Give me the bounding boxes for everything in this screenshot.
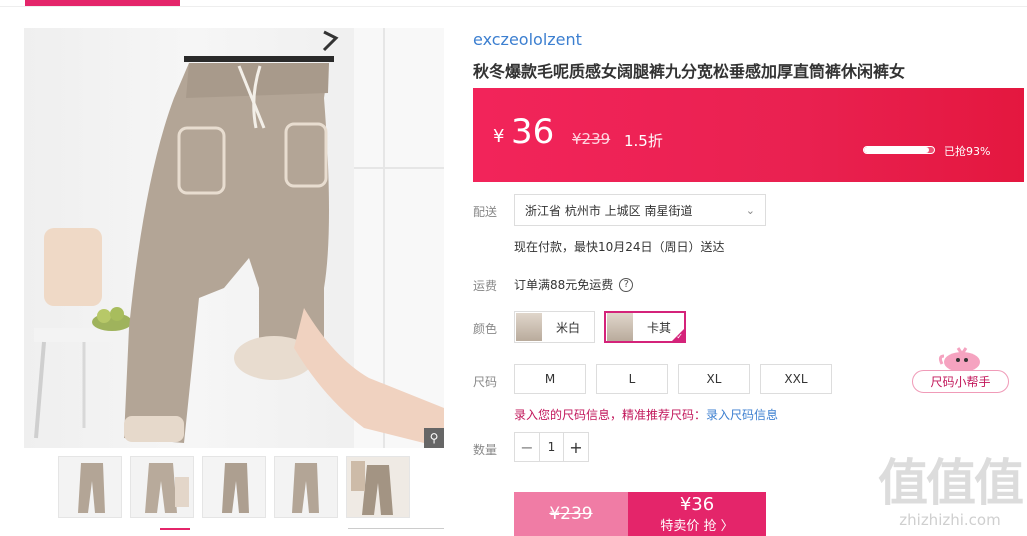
original-price: ¥239 [572, 130, 611, 148]
size-helper[interactable]: 尺码小帮手 [912, 342, 1010, 394]
size-option-xxl[interactable]: XXL [760, 364, 832, 394]
thumbnail[interactable] [274, 456, 338, 518]
share-hint [160, 528, 190, 536]
sold-progress-label: 已抢93% [944, 145, 991, 158]
shipping-label: 运费 [473, 279, 498, 293]
size-label: 尺码 [473, 375, 498, 389]
product-title: 秋冬爆款毛呢质感女阔腿裤九分宽松垂感加厚直筒裤休闲裤女 [473, 62, 906, 81]
size-helper-button[interactable]: 尺码小帮手 [912, 370, 1009, 393]
collect-hint [348, 528, 444, 536]
shipping-text: 订单满88元免运费 [514, 278, 614, 292]
magnifier-icon[interactable]: ⚲ [424, 428, 444, 448]
shop-name[interactable]: exczeololzent [473, 30, 582, 49]
question-icon[interactable]: ? [619, 277, 634, 292]
quantity-value[interactable]: 1 [539, 433, 564, 461]
quantity-label: 数量 [473, 443, 498, 457]
thumbnail-strip [58, 456, 410, 518]
shipping-info: 订单满88元免运费 ? [514, 276, 634, 293]
watermark-url: zhizhizhi.com [899, 511, 1001, 529]
current-price: 36 [511, 112, 555, 152]
color-label: 颜色 [473, 322, 498, 336]
decrement-button[interactable]: − [515, 433, 539, 461]
color-option-label: 卡其 [647, 320, 672, 335]
color-swatch [516, 313, 542, 341]
check-icon: ✓ [676, 332, 683, 341]
chevron-down-icon: ⌄ [745, 203, 755, 217]
color-option-label: 米白 [556, 320, 581, 335]
currency-symbol: ¥ [493, 126, 505, 147]
thumbnail[interactable] [346, 456, 410, 518]
buy-action-label: 特卖价 抢 〉 [660, 519, 734, 534]
price-banner: ¥ 36 ¥239 1.5折 已抢93% [473, 88, 1024, 182]
delivery-label: 配送 [473, 205, 498, 219]
color-option-kaqi[interactable]: 卡其 ✓ [604, 311, 686, 343]
buy-price: ¥36 [679, 494, 715, 515]
watermark-logo: 值值值 [878, 454, 1024, 512]
size-tip: 录入您的尺码信息，精准推荐尺码：录入尺码信息 [514, 406, 778, 423]
color-option-mibai[interactable]: 米白 [514, 311, 595, 343]
delivery-estimate: 现在付款，最快10月24日（周日）送达 [514, 240, 725, 254]
sold-progress-bar [863, 146, 935, 154]
size-tip-text: 录入您的尺码信息，精准推荐尺码： [514, 408, 707, 422]
size-option-l[interactable]: L [596, 364, 668, 394]
top-divider [0, 6, 1027, 7]
size-option-m[interactable]: M [514, 364, 586, 394]
buy-now-button[interactable]: ¥36 特卖价 抢 〉 [628, 492, 766, 536]
pants-illustration [34, 28, 444, 448]
quantity-stepper: − 1 + [514, 432, 589, 462]
address-value: 浙江省 杭州市 上城区 南星街道 [525, 203, 693, 218]
sold-progress-fill [864, 147, 930, 153]
thumbnail[interactable] [58, 456, 122, 518]
buy-original-price: ¥239 [549, 504, 593, 524]
color-swatch [607, 313, 633, 341]
size-tip-link[interactable]: 录入尺码信息 [706, 408, 778, 422]
watermark: 值值值 zhizhizhi.com [876, 455, 1024, 533]
original-price-button[interactable]: ¥239 [514, 492, 628, 536]
mascot-icon [938, 347, 980, 372]
thumbnail[interactable] [202, 456, 266, 518]
increment-button[interactable]: + [564, 433, 588, 461]
size-option-xl[interactable]: XL [678, 364, 750, 394]
thumbnail[interactable] [130, 456, 194, 518]
main-product-image[interactable]: ⚲ [24, 28, 444, 448]
address-select[interactable]: 浙江省 杭州市 上城区 南星街道 ⌄ [514, 194, 766, 226]
discount-label: 1.5折 [624, 132, 663, 150]
